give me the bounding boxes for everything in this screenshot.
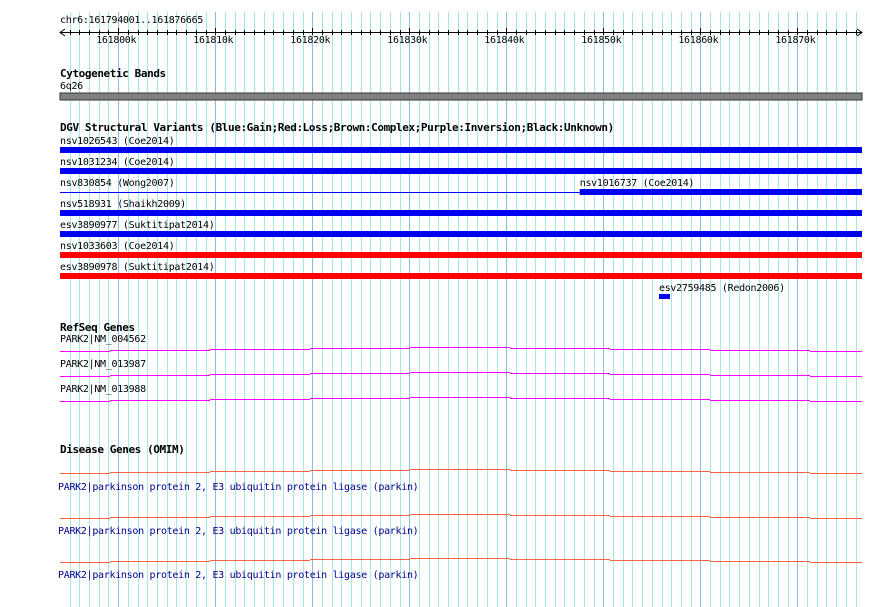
track-graphics <box>59 12 863 607</box>
omim-gene-label[interactable]: PARK2|parkinson protein 2, E3 ubiquitin … <box>58 482 419 493</box>
track-title-refseq[interactable]: RefSeq Genes <box>60 322 135 334</box>
ruler-tick-label: 161810k <box>193 35 234 46</box>
ruler-tick-label: 161850k <box>581 35 622 46</box>
chromosome-range-label: chr6:161794001..161876665 <box>60 15 204 26</box>
variant-label[interactable]: nsv1016737 (Coe2014) <box>580 178 695 189</box>
variant-bar[interactable] <box>60 252 862 258</box>
cytoband-label[interactable]: 6q26 <box>60 81 83 92</box>
ruler-tick-label: 161840k <box>484 35 525 46</box>
ruler-tick-label: 161860k <box>678 35 719 46</box>
ruler-tick-label: 161800k <box>96 35 137 46</box>
variant-label[interactable]: nsv1026543 (Coe2014) <box>60 136 175 147</box>
cytoband-bar[interactable] <box>59 92 863 101</box>
track-title-dgv[interactable]: DGV Structural Variants (Blue:Gain;Red:L… <box>60 122 614 134</box>
variant-label[interactable]: esv3890978 (Suktitipat2014) <box>60 262 215 273</box>
variant-bar[interactable] <box>658 294 671 299</box>
variant-label[interactable]: esv3890977 (Suktitipat2014) <box>60 220 215 231</box>
refseq-gene-label[interactable]: PARK2|NM_013988 <box>60 384 146 395</box>
variant-bar[interactable] <box>60 168 862 174</box>
variant-bar[interactable] <box>60 273 862 279</box>
ruler-tick-label: 161830k <box>387 35 428 46</box>
ruler-tick-label: 161820k <box>290 35 331 46</box>
ruler-tick-label: 161870k <box>775 35 816 46</box>
omim-gene-label[interactable]: PARK2|parkinson protein 2, E3 ubiquitin … <box>58 570 419 581</box>
variant-label[interactable]: nsv1033603 (Coe2014) <box>60 241 175 252</box>
variant-bar[interactable] <box>60 192 580 193</box>
variant-bar[interactable] <box>579 189 862 195</box>
genome-browser-panel: chr6:161794001..161876665 161800k 161810k… <box>0 0 890 607</box>
omim-gene-label[interactable]: PARK2|parkinson protein 2, E3 ubiquitin … <box>58 526 419 537</box>
refseq-gene-label[interactable]: PARK2|NM_004562 <box>60 334 146 345</box>
track-title-omim[interactable]: Disease Genes (OMIM) <box>60 444 185 456</box>
refseq-gene-label[interactable]: PARK2|NM_013987 <box>60 359 146 370</box>
variant-label[interactable]: nsv518931 (Shaikh2009) <box>60 199 186 210</box>
variant-label[interactable]: esv2759485 (Redon2006) <box>659 283 785 294</box>
variant-bar[interactable] <box>60 147 862 153</box>
variant-bar[interactable] <box>60 231 862 237</box>
track-title-cytogenetic-bands[interactable]: Cytogenetic Bands <box>60 68 166 80</box>
variant-label[interactable]: nsv1031234 (Coe2014) <box>60 157 175 168</box>
variant-bar[interactable] <box>60 210 862 216</box>
variant-label[interactable]: nsv830854 (Wong2007) <box>60 178 175 189</box>
